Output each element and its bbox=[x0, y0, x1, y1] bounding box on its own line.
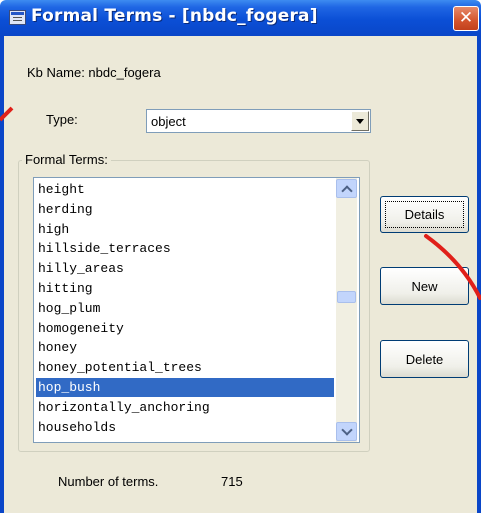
list-item[interactable]: high bbox=[36, 220, 334, 239]
app-window-icon bbox=[9, 10, 26, 25]
term-count-label: Number of terms. bbox=[58, 474, 159, 489]
list-item[interactable]: hilly_areas bbox=[36, 259, 334, 278]
new-button[interactable]: New bbox=[380, 267, 469, 305]
list-item[interactable]: herding bbox=[36, 200, 334, 219]
list-item[interactable]: homogeneity bbox=[36, 319, 334, 338]
term-count-value: 715 bbox=[221, 474, 243, 489]
delete-button[interactable]: Delete bbox=[380, 340, 469, 378]
title-bar[interactable]: Formal Terms - [nbdc_fogera] ✕ bbox=[0, 0, 481, 36]
list-item[interactable]: hitting bbox=[36, 279, 334, 298]
close-button[interactable]: ✕ bbox=[453, 6, 479, 31]
details-button[interactable]: Details bbox=[380, 196, 469, 233]
type-label: Type: bbox=[46, 112, 78, 127]
window-title: Formal Terms - [nbdc_fogera] bbox=[31, 6, 318, 26]
list-item[interactable]: honey_potential_trees bbox=[36, 358, 334, 377]
chevron-down-icon[interactable] bbox=[351, 111, 369, 131]
list-item[interactable]: honey bbox=[36, 338, 334, 357]
list-item[interactable]: households bbox=[36, 418, 334, 437]
list-item[interactable]: hillside_terraces bbox=[36, 239, 334, 258]
formal-terms-list[interactable]: height herding high hillside_terraces hilly_… bbox=[33, 177, 360, 443]
type-dropdown[interactable]: object bbox=[146, 109, 371, 133]
scroll-up-icon[interactable] bbox=[336, 179, 357, 198]
scroll-down-icon[interactable] bbox=[336, 422, 357, 441]
list-item[interactable]: height bbox=[36, 180, 334, 199]
kb-name-label: Kb Name: nbdc_fogera bbox=[27, 65, 161, 80]
scroll-thumb[interactable] bbox=[337, 291, 356, 303]
new-button-label: New bbox=[411, 279, 438, 294]
window-frame-right bbox=[477, 36, 481, 513]
formal-terms-dialog: Formal Terms - [nbdc_fogera] ✕ Kb Name: … bbox=[0, 0, 481, 513]
type-dropdown-value: object bbox=[151, 114, 186, 129]
list-item[interactable]: hop_bush bbox=[36, 378, 334, 397]
delete-button-label: Delete bbox=[405, 352, 444, 367]
focus-rectangle bbox=[385, 201, 464, 228]
list-item[interactable]: hog_plum bbox=[36, 299, 334, 318]
list-scrollbar[interactable] bbox=[336, 178, 357, 442]
formal-terms-group-label: Formal Terms: bbox=[22, 152, 111, 167]
list-item[interactable]: horizontally_anchoring bbox=[36, 398, 334, 417]
